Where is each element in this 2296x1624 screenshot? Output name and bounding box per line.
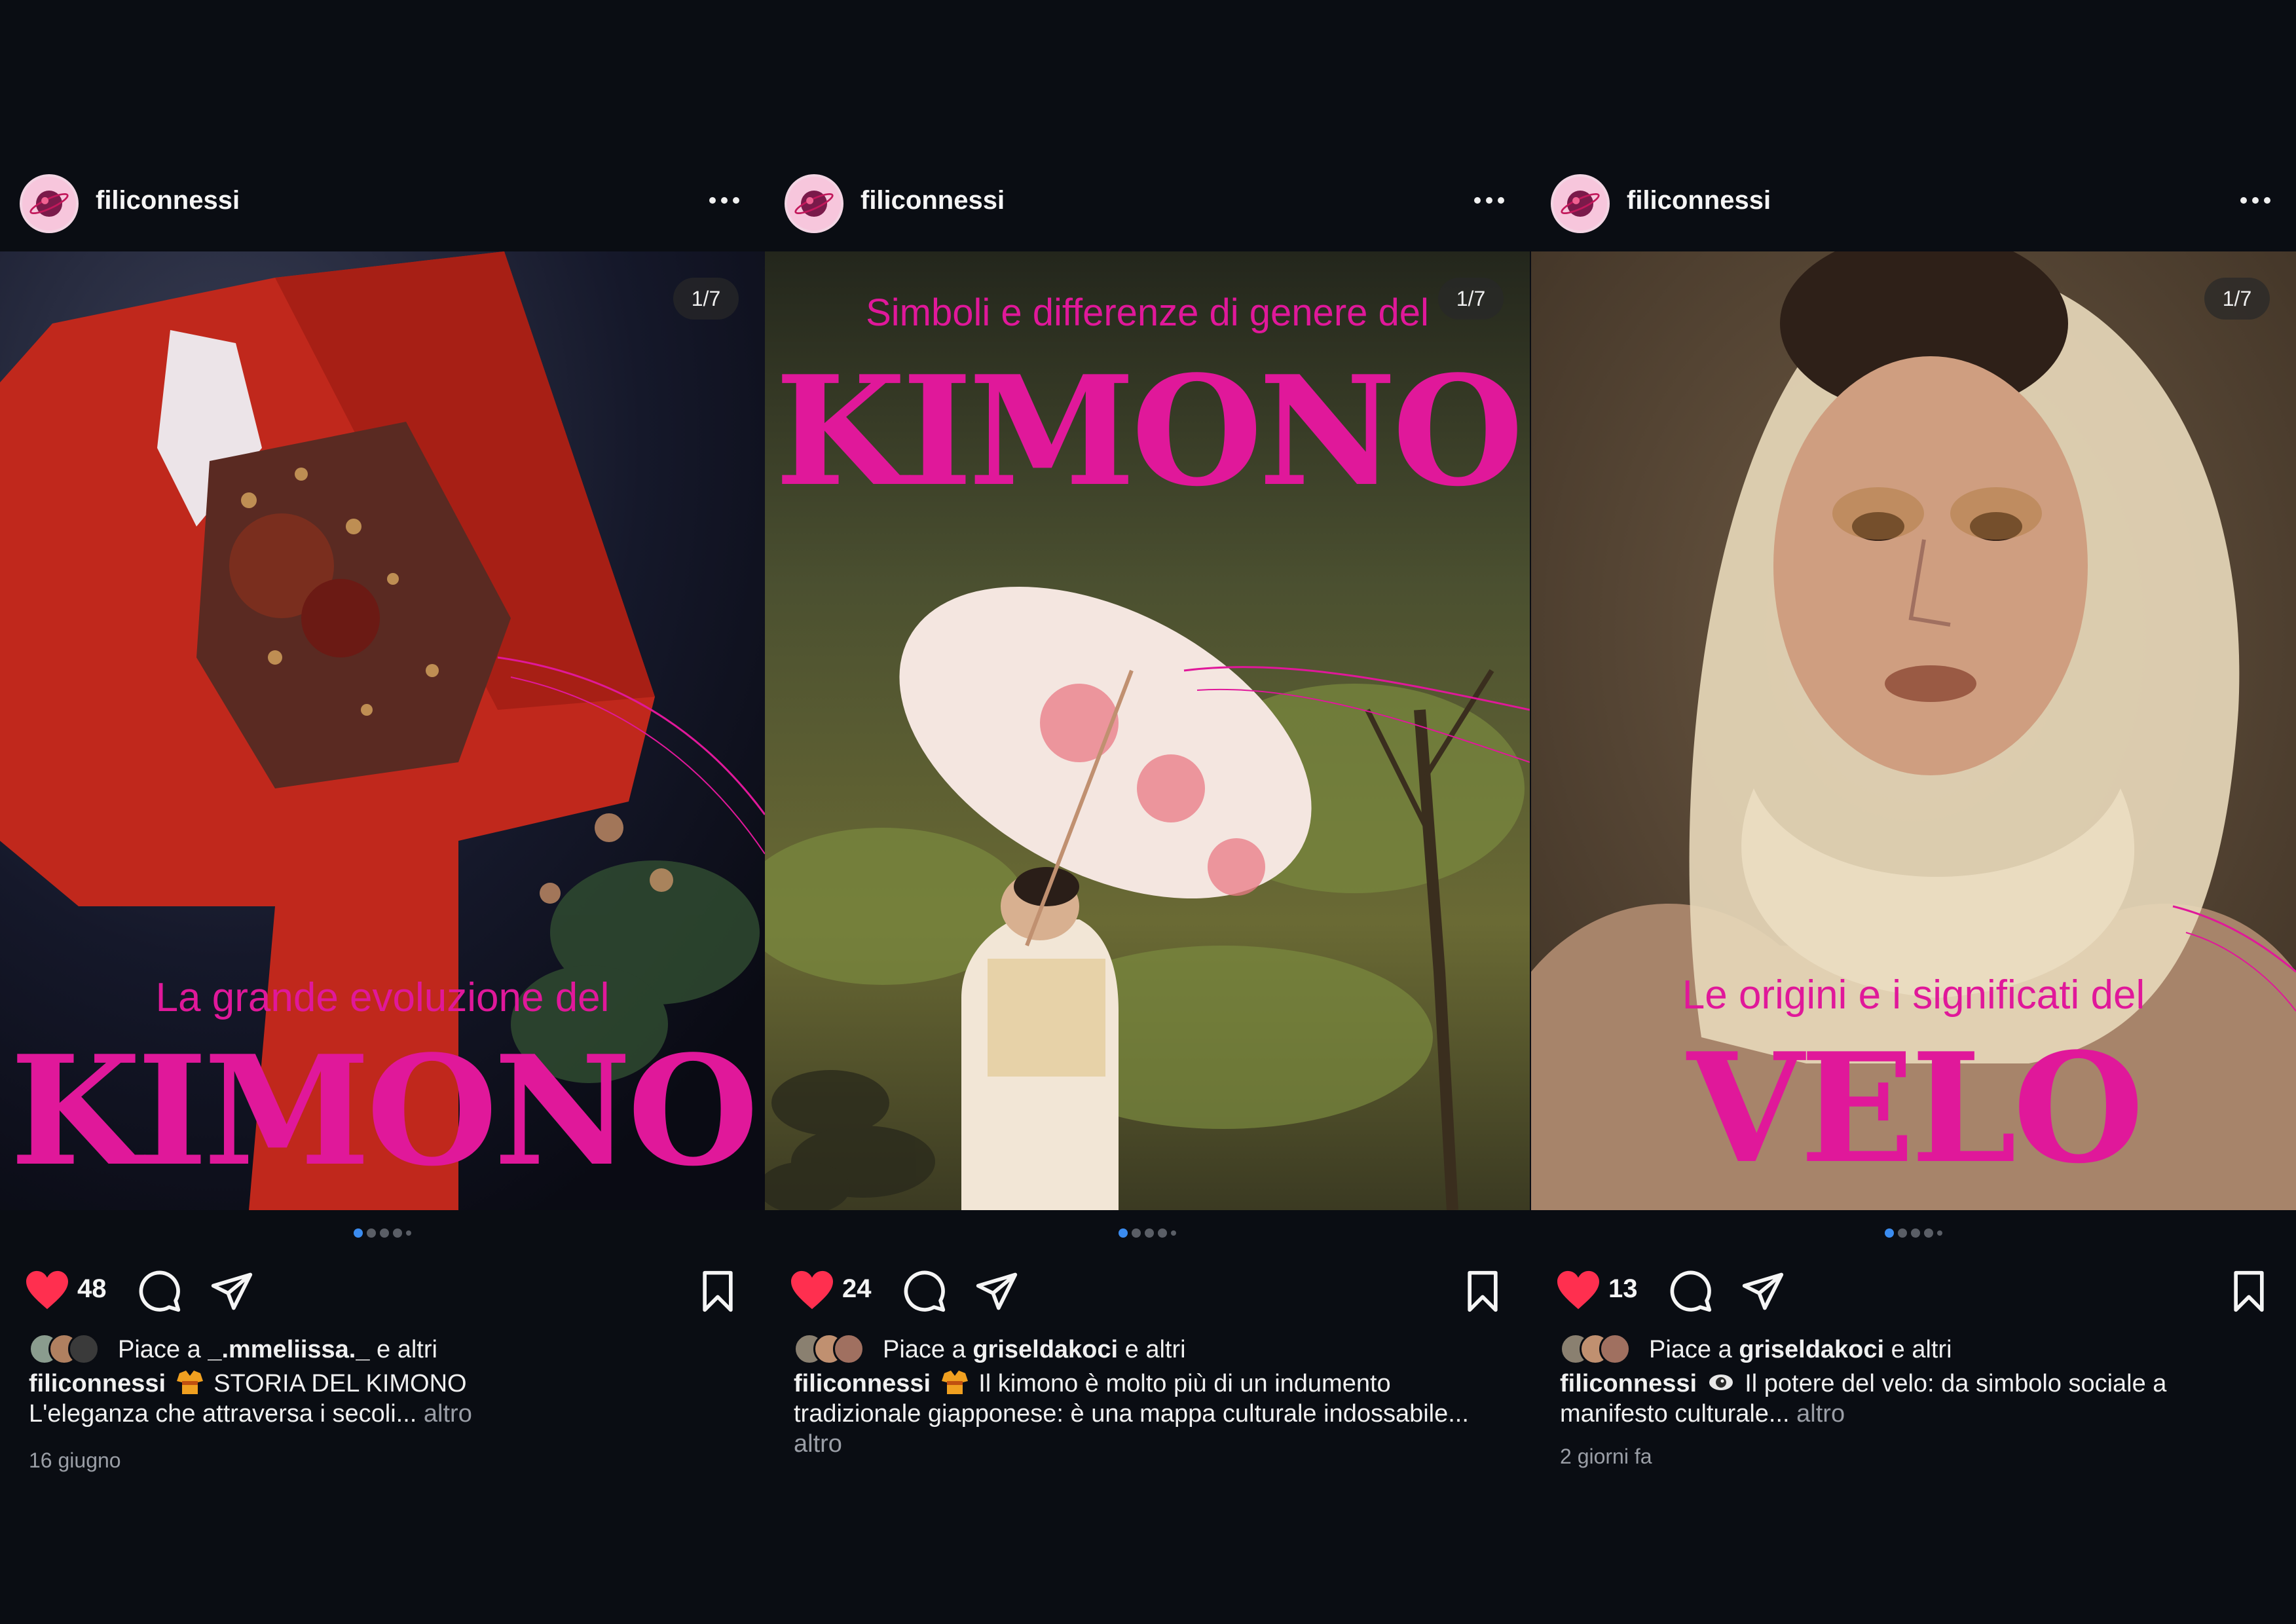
- post-image-kimono-red[interactable]: 1/7 La grande evoluzione del KIMONO: [0, 251, 765, 1210]
- likes-text: Piace a griseldakoci e altri: [883, 1336, 1186, 1364]
- more-options-icon[interactable]: [2237, 187, 2274, 213]
- post-image-parasol[interactable]: 1/7 Simboli e differenze di genere del K…: [765, 251, 1530, 1210]
- carousel-indicator: [0, 1227, 765, 1240]
- likes-prefix: Piace a: [1649, 1336, 1739, 1363]
- carousel-indicator: [765, 1227, 1530, 1240]
- liker-avatar: [68, 1333, 100, 1365]
- caption-username[interactable]: filiconnessi: [794, 1370, 931, 1397]
- carousel-indicator: [1531, 1227, 2296, 1240]
- liker-avatars: [794, 1333, 872, 1365]
- heart-icon[interactable]: [24, 1269, 71, 1311]
- carousel-dot: [1937, 1230, 1942, 1236]
- likes-suffix[interactable]: e altri: [1884, 1336, 1952, 1363]
- username[interactable]: filiconnessi: [1627, 186, 1771, 215]
- carousel-dot: [1898, 1228, 1907, 1238]
- action-bar: 48: [0, 1263, 765, 1315]
- caption-username[interactable]: filiconnessi: [1560, 1370, 1697, 1397]
- action-bar: 24: [765, 1263, 1530, 1315]
- image-subtitle: La grande evoluzione del: [155, 975, 610, 1020]
- carousel-dot: [380, 1228, 389, 1238]
- avatar[interactable]: [1551, 174, 1610, 233]
- carousel-dot: [1119, 1228, 1128, 1238]
- image-title: KIMONO: [775, 343, 1523, 520]
- heart-icon[interactable]: [788, 1269, 836, 1311]
- image-subtitle: Simboli e differenze di genere del: [866, 291, 1429, 334]
- liker-avatars: [29, 1333, 107, 1365]
- share-icon[interactable]: [210, 1269, 254, 1314]
- post-card: filiconnessi 1/7 Le origini e i signific…: [1531, 0, 2296, 1624]
- image-counter: 1/7: [673, 278, 739, 320]
- post-date: 2 giorni fa: [1560, 1445, 1652, 1468]
- liker-avatar: [1599, 1333, 1631, 1365]
- likes-text: Piace a _.mmeliissa._ e altri: [118, 1336, 437, 1364]
- heart-icon[interactable]: [1555, 1269, 1602, 1311]
- comment-icon[interactable]: [902, 1269, 947, 1314]
- post-caption: filiconnessi Il kimono è molto più di un…: [794, 1369, 1475, 1459]
- post-card: filiconnessi 1/7 Simboli e differenze di…: [765, 0, 1530, 1624]
- like-count[interactable]: 48: [77, 1274, 107, 1304]
- liker-avatars: [1560, 1333, 1639, 1365]
- post-header: filiconnessi: [0, 168, 765, 238]
- image-title: VELO: [1687, 1020, 2144, 1197]
- image-subtitle: Le origini e i significati del: [1682, 972, 2145, 1018]
- carousel-dot: [1145, 1228, 1154, 1238]
- likes-prefix: Piace a: [118, 1336, 208, 1363]
- image-title: KIMONO: [10, 1023, 758, 1200]
- kimono-emoji-icon: [176, 1371, 203, 1394]
- carousel-dot: [1132, 1228, 1141, 1238]
- comment-icon[interactable]: [1669, 1269, 1713, 1314]
- liker-username[interactable]: _.mmeliissa._: [208, 1336, 369, 1363]
- post-caption: filiconnessi Il potere del velo: da simb…: [1560, 1369, 2241, 1429]
- carousel-dot: [1158, 1228, 1167, 1238]
- likes-suffix[interactable]: e altri: [1118, 1336, 1186, 1363]
- post-date: 16 giugno: [29, 1449, 121, 1472]
- avatar[interactable]: [785, 174, 843, 233]
- like-count[interactable]: 13: [1608, 1274, 1638, 1304]
- share-icon[interactable]: [974, 1269, 1019, 1314]
- like-count[interactable]: 24: [842, 1274, 872, 1304]
- bookmark-icon[interactable]: [697, 1269, 739, 1314]
- bookmark-icon[interactable]: [2228, 1269, 2270, 1314]
- carousel-dot: [367, 1228, 376, 1238]
- carousel-dot: [1911, 1228, 1920, 1238]
- carousel-dot: [1885, 1228, 1894, 1238]
- carousel-dot: [1171, 1230, 1176, 1236]
- post-card: filiconnessi 1/7 La grande evoluzione de…: [0, 0, 765, 1624]
- share-icon[interactable]: [1741, 1269, 1785, 1314]
- post-caption: filiconnessi STORIA DEL KIMONO L'eleganz…: [29, 1369, 710, 1429]
- action-bar: 13: [1531, 1263, 2296, 1315]
- liker-username[interactable]: griseldakoci: [1739, 1336, 1884, 1363]
- post-image-veil[interactable]: 1/7 Le origini e i significati del VELO: [1531, 251, 2296, 1210]
- caption-more-link[interactable]: altro: [424, 1400, 472, 1428]
- carousel-dot: [1924, 1228, 1933, 1238]
- caption-more-link[interactable]: altro: [794, 1430, 842, 1458]
- bookmark-icon[interactable]: [1462, 1269, 1504, 1314]
- caption-text: STORIA DEL KIMONO: [213, 1370, 467, 1397]
- likes-prefix: Piace a: [883, 1336, 973, 1363]
- eye-emoji-icon: [1709, 1375, 1733, 1390]
- post-header: filiconnessi: [1531, 168, 2296, 238]
- caption-line2: L'eleganza che attraversa i secoli...: [29, 1400, 417, 1428]
- carousel-dot: [393, 1228, 402, 1238]
- avatar[interactable]: [20, 174, 79, 233]
- caption-username[interactable]: filiconnessi: [29, 1370, 166, 1397]
- username[interactable]: filiconnessi: [861, 186, 1005, 215]
- more-options-icon[interactable]: [706, 187, 743, 213]
- comment-icon[interactable]: [138, 1269, 182, 1314]
- liker-avatar: [833, 1333, 864, 1365]
- caption-more-link[interactable]: altro: [1796, 1400, 1845, 1428]
- likes-text: Piace a griseldakoci e altri: [1649, 1336, 1952, 1364]
- carousel-dot: [354, 1228, 363, 1238]
- carousel-dot: [406, 1230, 411, 1236]
- liker-username[interactable]: griseldakoci: [972, 1336, 1118, 1363]
- post-header: filiconnessi: [765, 168, 1530, 238]
- more-options-icon[interactable]: [1471, 187, 1508, 213]
- kimono-emoji-icon: [941, 1371, 968, 1394]
- image-counter: 1/7: [2204, 278, 2270, 320]
- username[interactable]: filiconnessi: [96, 186, 240, 215]
- likes-suffix[interactable]: e altri: [369, 1336, 437, 1363]
